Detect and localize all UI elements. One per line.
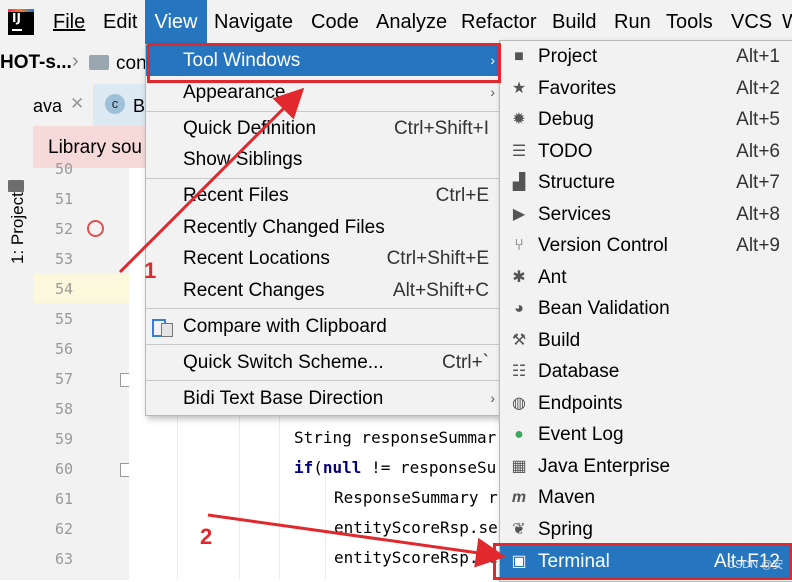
arrow-to-tool-windows (118, 87, 305, 274)
arrow-to-terminal (207, 513, 506, 568)
annotation-step-2: 2 (200, 524, 213, 549)
annotation-step-1: 1 (144, 258, 157, 283)
watermark: CSDN @安 (727, 559, 784, 571)
annotation-arrows (118, 87, 506, 568)
